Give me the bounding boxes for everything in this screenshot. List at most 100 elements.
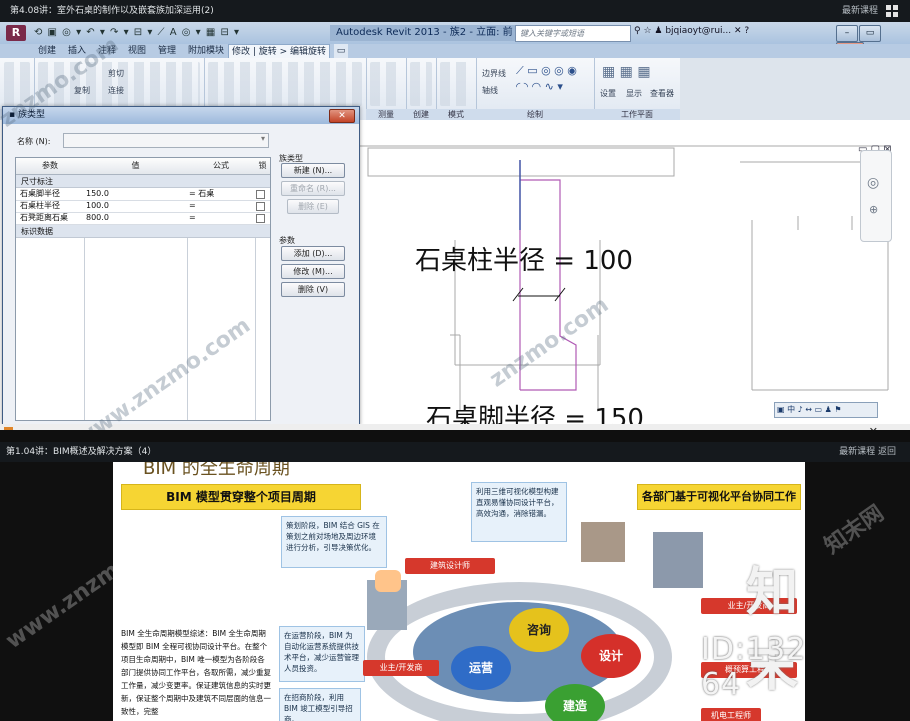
person-illustration [375,570,401,592]
delete-type-button[interactable]: 删除 (E) [287,199,339,214]
table-row[interactable]: 石凳距离石桌 800.0 = [16,212,270,225]
panel-draw-label: 绘制 [476,109,594,120]
app-title: Autodesk Revit 2013 - 族2 - 立面: 前 [330,25,519,41]
panel-workplane: 设置 显示 查看器 ▦ ▦ ▦ 工作平面 [594,58,681,120]
param-value[interactable]: 100.0 [86,200,109,212]
presentation-slide: BIM 的全生命周期 BIM 模型贯穿整个项目周期 各部门基于可视化平台协同工作… [113,462,805,721]
user-account[interactable]: ⚲ ☆ ♟ bjqiaoyt@rui... ✕ ? [634,26,749,36]
app-logo-icon [4,427,13,430]
help-search-input[interactable]: 键入关键字或短语 [515,25,631,42]
tab-create[interactable]: 创建 [38,44,56,58]
dialog-titlebar: ▪ 族类型 [3,107,359,124]
bottom-player-title: 第1.04讲：BIM概述及解决方案（4） [6,447,157,457]
role-tag: 业主/开发商 [363,660,439,676]
add-parameter-button[interactable]: 添加 (D)... [281,246,345,261]
panel-draw: 边界线 轴线 ⟋ ▭ ◎ ◎ ◉ ◜ ◝ ◠ ∿ ▾ 绘制 [476,58,595,120]
draw-shapes-icon[interactable]: ⟋ ▭ ◎ ◎ ◉ [516,64,577,78]
table-top-outline [367,147,675,177]
group-dimensions[interactable]: 尺寸标注 [16,175,270,188]
ribbon-tabs: 创建 插入 注释 视图 管理 附加模块 修改 | 旋转 > 编辑旋转 ▭ [0,44,910,59]
slide-title: BIM 的全生命周期 [143,462,290,479]
lock-checkbox[interactable] [256,202,265,211]
workplane-show-label[interactable]: 显示 [626,88,642,99]
param-name: 石桌柱半径 [20,201,60,210]
dialog-close-button[interactable]: ✕ [329,109,355,123]
ribbon-empty-area [680,58,910,120]
col-formula[interactable]: 公式 [187,158,256,175]
bottom-player-menu[interactable]: 最新课程 返回 [839,442,896,462]
bubble-build: 建造 [545,684,605,721]
bubble-consult: 咨询 [509,608,569,652]
revit-titlebar: R ⟲ ▣ ◎ ▾ ↶ ▾ ↷ ▾ ⊟ ▾ ⟋ A ◎ ▾ ▦ ⊟ ▾ Auto… [0,22,910,59]
connect-label[interactable]: 连接 [108,85,124,96]
panel-measure-label: 测量 [366,109,406,120]
minimize-icon[interactable]: – [836,25,858,42]
callout-operation: 在运营阶段，BIM 为自动化运营系统提供技术平台，减少运营管理人员投资。 [279,626,365,682]
quick-access-toolbar[interactable]: ⟲ ▣ ◎ ▾ ↶ ▾ ↷ ▾ ⊟ ▾ ⟋ A ◎ ▾ ▦ ⊟ ▾ [34,27,240,38]
slide-description: BIM 全生命周期模型综述：BIM 全生命周期模型即 BIM 全程可视协同设计平… [121,629,271,716]
taskbar-strip: –▭✕ [0,424,910,430]
view-control-bar[interactable]: ▣ 中 ♪ ↔ ▭ ♟ ⚑ [774,402,878,418]
left-banner: BIM 模型贯穿整个项目周期 [121,484,361,510]
param-formula[interactable]: = [189,200,196,212]
team-illustration [653,532,703,588]
column-divider [255,238,256,420]
rename-type-button[interactable]: 重命名 (R)... [281,181,345,196]
param-name: 石桌脚半径 [20,189,60,198]
boundary-line-label[interactable]: 边界线 [482,68,506,79]
workplane-set-label[interactable]: 设置 [600,88,616,99]
panel-measure: 测量 [366,58,407,120]
tab-view[interactable]: 视图 [128,44,146,58]
ribbon-toggle-icon[interactable]: ▭ [334,44,348,58]
remove-parameter-button[interactable]: 删除 (V) [281,282,345,297]
param-formula[interactable]: = 石桌 [189,188,214,200]
dimension-marks [512,287,566,302]
zoom-icon[interactable]: ⊕ [869,203,878,216]
modify-parameter-button[interactable]: 修改 (M)... [281,264,345,279]
create-icon[interactable] [410,62,432,106]
param-value[interactable]: 800.0 [86,212,109,224]
panel-mode: 模式 [436,58,477,120]
tab-addins[interactable]: 附加模块 [188,44,224,58]
steering-wheel-icon[interactable]: ◎ [867,175,879,191]
tab-modify-revolve[interactable]: 修改 | 旋转 > 编辑旋转 [228,44,331,59]
office-illustration [581,522,625,562]
col-lock[interactable]: 锁 [255,158,270,175]
draw-arcs-icon[interactable]: ◜ ◝ ◠ ∿ ▾ [516,80,563,93]
column-divider [187,238,188,420]
panel-mode-label: 模式 [436,109,476,120]
tab-manage[interactable]: 管理 [158,44,176,58]
callout-bidding: 在招商阶段，利用 BIM 竣工模型引导招商。 [279,688,361,721]
image-id-watermark: ID:1323390 64 [701,632,805,702]
group-identity-data[interactable]: 标识数据 [16,225,270,238]
param-value[interactable]: 150.0 [86,188,109,200]
finish-mode-icon[interactable] [440,62,472,106]
col-param[interactable]: 参数 [16,158,85,175]
cut-label[interactable]: 剪切 [108,68,124,79]
lock-checkbox[interactable] [256,214,265,223]
pillar-radius-label[interactable]: 石桌柱半径 = 100 [415,240,633,277]
measure-icon[interactable] [370,62,402,106]
axis-line-label[interactable]: 轴线 [482,85,498,96]
role-tag: 建筑设计师 [405,558,495,574]
maximize-icon[interactable]: ▭ [859,25,881,42]
param-formula[interactable]: = [189,212,196,224]
window-controls-icon[interactable]: –▭✕ [809,424,900,430]
bottom-video-window: 第1.04讲：BIM概述及解决方案（4） 最新课程 返回 BIM 的全生命周期 … [0,442,910,721]
top-player-title: 第4.08讲：室外石桌的制作以及嵌套族加深运用(2) [10,6,214,16]
grid-menu-icon[interactable] [886,5,898,17]
lock-checkbox[interactable] [256,190,265,199]
revit-app-icon[interactable]: R [6,25,26,41]
top-player-menu[interactable]: 最新课程 [842,0,878,22]
new-type-button[interactable]: 新建 (N)... [281,163,345,178]
workplane-viewer-label[interactable]: 查看器 [650,88,674,99]
modify-tools-icon[interactable] [208,62,362,106]
type-name-select[interactable] [63,133,269,148]
navigation-bar[interactable]: ◎ ⊕ [860,150,892,242]
col-value[interactable]: 值 [84,158,188,175]
workplane-icons[interactable]: ▦ ▦ ▦ [602,64,651,80]
panel-create-label: 创建 [406,109,436,120]
copy-label[interactable]: 复制 [74,85,90,96]
bottom-player-titlebar: 第1.04讲：BIM概述及解决方案（4） 最新课程 返回 [0,442,910,462]
callout-planning: 策划阶段，BIM 结合 GIS 在策划之前对场地及周边环境进行分析，引导决策优化… [281,516,387,568]
